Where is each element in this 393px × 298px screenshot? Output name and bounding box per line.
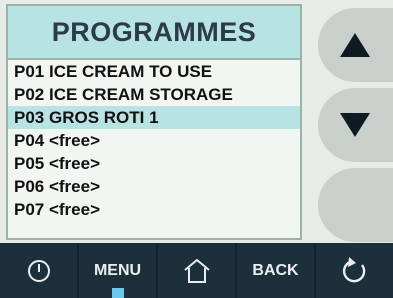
menu-active-indicator <box>111 288 124 298</box>
scroll-down-button[interactable] <box>318 88 393 162</box>
refresh-icon <box>342 256 365 282</box>
programme-row[interactable]: P04 <free> <box>8 129 300 152</box>
menu-label: MENU <box>93 261 142 279</box>
triangle-up-icon <box>340 33 370 57</box>
power-button[interactable] <box>0 243 79 298</box>
programme-row[interactable]: P07 <free> <box>8 198 300 221</box>
page-title: PROGRAMMES <box>8 6 300 60</box>
programme-list: P01 ICE CREAM TO USE P02 ICE CREAM STORA… <box>8 60 300 221</box>
refresh-button[interactable] <box>316 243 393 298</box>
menu-button[interactable]: MENU <box>79 243 158 298</box>
programme-row[interactable]: P01 ICE CREAM TO USE <box>8 60 300 83</box>
home-button[interactable] <box>158 243 237 298</box>
blank-side-button[interactable] <box>318 168 393 242</box>
triangle-down-icon <box>340 113 370 137</box>
bottom-toolbar: MENU BACK <box>0 243 393 298</box>
side-buttons <box>318 4 393 242</box>
home-icon <box>183 258 210 283</box>
control-panel: PROGRAMMES P01 ICE CREAM TO USE P02 ICE … <box>0 0 393 243</box>
programme-row[interactable]: P05 <free> <box>8 152 300 175</box>
programme-row[interactable]: P02 ICE CREAM STORAGE <box>8 83 300 106</box>
scroll-up-button[interactable] <box>318 8 393 82</box>
back-button[interactable]: BACK <box>237 243 316 298</box>
power-icon <box>27 259 50 282</box>
programme-row[interactable]: P06 <free> <box>8 175 300 198</box>
programme-row[interactable]: P03 GROS ROTI 1 <box>8 106 300 129</box>
back-label: BACK <box>252 261 299 279</box>
programmes-screen: PROGRAMMES P01 ICE CREAM TO USE P02 ICE … <box>6 4 302 240</box>
